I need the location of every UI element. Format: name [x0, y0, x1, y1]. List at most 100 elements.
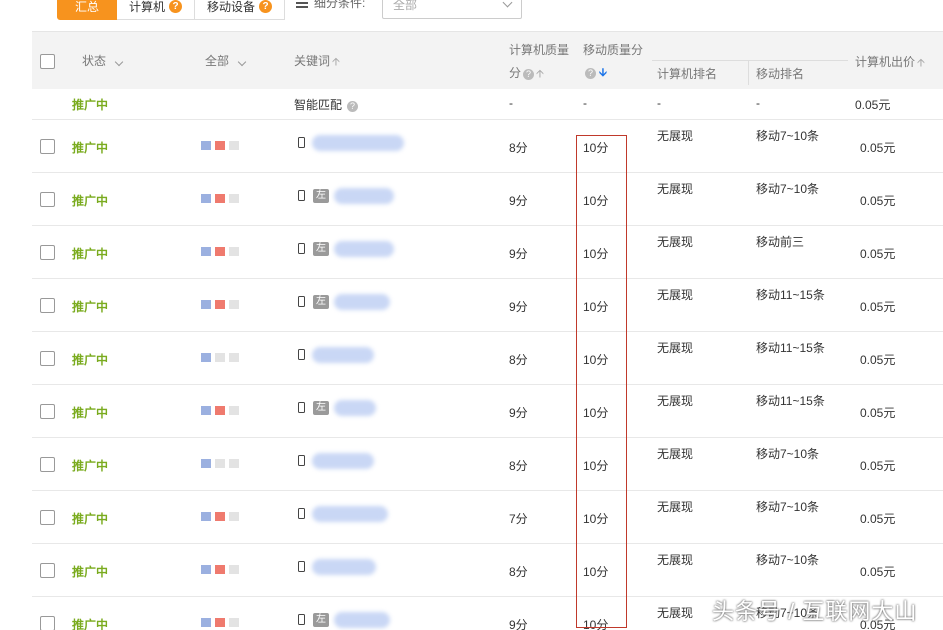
row-checkbox[interactable] [40, 457, 55, 472]
sort-down-icon[interactable]: 🡫 [599, 64, 607, 83]
row-checkbox[interactable] [40, 351, 55, 366]
mobile-rank: 移动7~10条 [756, 129, 820, 143]
pc-bid[interactable]: 0.05元 [855, 96, 890, 113]
pc-bid[interactable]: 0.05元 [860, 245, 895, 262]
mobile-quality: 10分 [583, 565, 609, 579]
mobile-quality: 10分 [583, 459, 609, 473]
quality-bar [229, 618, 239, 627]
mobile-quality-sort[interactable]: ? 🡫 [583, 64, 607, 83]
filter-label: 细分条件: [296, 0, 365, 11]
row-checkbox[interactable] [40, 245, 55, 260]
row-checkbox[interactable] [40, 404, 55, 419]
row-checkbox[interactable] [40, 563, 55, 578]
mobile-phone-icon [298, 243, 305, 254]
pc-quality-column-header-line2[interactable]: 分? 🡩 [509, 64, 544, 84]
mobile-phone-icon [298, 190, 305, 201]
row-checkbox[interactable] [40, 616, 55, 630]
sort-up-icon[interactable]: 🡩 [917, 54, 925, 73]
status-text: 推广中 [72, 98, 109, 112]
pc-bid[interactable]: 0.05元 [860, 510, 895, 527]
mobile-quality: 10分 [583, 300, 609, 314]
pc-bid[interactable]: 0.05元 [860, 404, 895, 421]
sort-up-icon[interactable]: 🡩 [536, 65, 544, 84]
quality-bar [229, 353, 239, 362]
sort-up-icon[interactable]: 🡩 [332, 53, 340, 72]
row-checkbox[interactable] [40, 298, 55, 313]
keyword-text-blurred[interactable] [334, 294, 390, 310]
keyword-text-blurred[interactable] [312, 347, 374, 363]
quality-bars [201, 353, 239, 362]
row-checkbox[interactable] [40, 192, 55, 207]
quality-bars [201, 194, 239, 203]
quality-bars [201, 406, 239, 415]
quality-bars [201, 618, 239, 627]
mobile-rank: 移动7~10条 [756, 182, 820, 196]
quality-bar [201, 300, 211, 309]
pc-bid[interactable]: 0.05元 [860, 298, 895, 315]
quality-bar [215, 247, 225, 256]
pc-rank: 无展现 [657, 182, 694, 196]
quality-bar [215, 300, 225, 309]
status-text: 推广中 [72, 618, 109, 630]
pc-bid[interactable]: 0.05元 [860, 457, 895, 474]
list-icon [296, 0, 308, 8]
keyword-text-blurred[interactable] [312, 135, 404, 151]
status-column-header[interactable]: 状态 [82, 52, 124, 69]
pc-rank: 无展现 [657, 394, 694, 408]
quality-bars [201, 512, 239, 521]
filter-select[interactable]: 全部 [382, 0, 522, 19]
keyword-text-blurred[interactable] [334, 400, 376, 416]
keyword-text-blurred[interactable] [312, 559, 376, 575]
help-icon[interactable]: ? [585, 68, 596, 79]
mobile-quality-column-header[interactable]: 移动质量分 [583, 41, 643, 58]
pc-bid[interactable]: 0.05元 [860, 351, 895, 368]
pc-quality: 9分 [509, 194, 528, 208]
table-row: 推广中 8分 10分 无展现 移动7~10条 0.05元 [32, 544, 943, 597]
status-text: 推广中 [72, 141, 109, 155]
rank-separator [748, 61, 749, 85]
pc-rank: 无展现 [657, 606, 694, 620]
quality-bar [229, 406, 239, 415]
all-column-header[interactable]: 全部 [205, 52, 247, 69]
select-all-checkbox[interactable] [40, 54, 55, 69]
row-checkbox[interactable] [40, 510, 55, 525]
status-text: 推广中 [72, 353, 109, 367]
quality-bar [201, 565, 211, 574]
pc-rank: 无展现 [657, 129, 694, 143]
mobile-rank: 移动前三 [756, 235, 805, 249]
quality-bars [201, 459, 239, 468]
keyword-text-blurred[interactable] [312, 453, 374, 469]
row-checkbox[interactable] [40, 139, 55, 154]
pc-quality: 9分 [509, 300, 528, 314]
pc-rank: 无展现 [657, 288, 694, 302]
quality-bar [229, 141, 239, 150]
pc-bid[interactable]: 0.05元 [860, 192, 895, 209]
quality-bar [229, 300, 239, 309]
status-text: 推广中 [72, 565, 109, 579]
help-icon[interactable]: ? [259, 0, 273, 13]
quality-bar [215, 618, 225, 627]
mobile-quality: 10分 [583, 247, 609, 261]
keyword-text-blurred[interactable] [334, 188, 394, 204]
keyword-text-blurred[interactable] [334, 241, 394, 257]
help-icon[interactable]: ? [347, 101, 359, 112]
pc-quality-column-header[interactable]: 计算机质量 [509, 41, 569, 58]
pc-rank: 无展现 [657, 553, 694, 567]
tab-summary[interactable]: 汇总 [57, 0, 117, 20]
quality-bar [201, 194, 211, 203]
help-icon[interactable]: ? [169, 0, 183, 13]
help-icon[interactable]: ? [523, 69, 535, 80]
pc-bid[interactable]: 0.05元 [860, 563, 895, 580]
table-header: 状态 全部 关键词 🡩 计算机质量 分? 🡩 移动质量分 ? 🡫 计算机排名 移动排名… [32, 31, 943, 89]
pc-quality: 8分 [509, 353, 528, 367]
pc-bid-column-header[interactable]: 计算机出价 🡩 [855, 53, 925, 73]
keyword-text-blurred[interactable] [334, 612, 390, 628]
tab-mobile[interactable]: 移动设备? [195, 0, 286, 20]
mobile-rank: - [756, 96, 760, 110]
quality-bar [215, 194, 225, 203]
keyword-column-header[interactable]: 关键词 🡩 [294, 52, 340, 72]
keyword-text-blurred[interactable] [312, 506, 388, 522]
pc-bid[interactable]: 0.05元 [860, 139, 895, 156]
tab-computer[interactable]: 计算机? [117, 0, 196, 20]
quality-bar [229, 194, 239, 203]
